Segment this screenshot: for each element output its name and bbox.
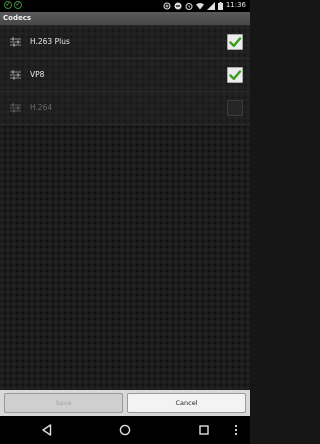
codec-checkbox[interactable]	[227, 67, 243, 83]
home-icon[interactable]	[118, 423, 132, 437]
save-button[interactable]: Save	[4, 393, 123, 413]
battery-icon	[217, 1, 223, 10]
page-title: Codecs	[3, 14, 32, 22]
status-time: 11:36	[225, 1, 246, 9]
check-circle-icon: ✓	[4, 1, 12, 9]
check-circle-icon: ✓	[14, 1, 22, 9]
codec-row[interactable]: H.263 Plus	[0, 26, 250, 59]
button-bar: Save Cancel	[0, 390, 250, 416]
alarm-icon	[185, 2, 193, 10]
drag-handle-icon[interactable]	[9, 36, 22, 48]
codec-checkbox	[227, 100, 243, 116]
cellular-icon	[206, 1, 215, 10]
data-saver-icon	[163, 1, 171, 10]
drag-handle-icon	[9, 102, 22, 114]
overflow-menu-icon[interactable]	[229, 423, 243, 437]
title-bar: Codecs	[0, 12, 250, 26]
cancel-button[interactable]: Cancel	[127, 393, 246, 413]
navigation-bar	[0, 416, 250, 444]
codec-row[interactable]: VP8	[0, 59, 250, 92]
wifi-icon	[195, 2, 204, 10]
drag-handle-icon[interactable]	[9, 69, 22, 81]
codec-list: H.263 Plus VP8 H.264	[0, 26, 250, 125]
checkmark-icon	[229, 70, 242, 80]
notification-area: ✓ ✓	[4, 1, 22, 9]
do-not-disturb-icon	[174, 2, 182, 10]
codec-name: H.264	[30, 103, 53, 112]
codec-checkbox[interactable]	[227, 34, 243, 50]
content-area: H.263 Plus VP8 H.264	[0, 26, 250, 390]
codec-name: VP8	[30, 70, 45, 79]
recents-icon[interactable]	[197, 423, 211, 437]
checkmark-icon	[229, 37, 242, 47]
system-icons: 11:36	[163, 1, 246, 10]
codec-name: H.263 Plus	[30, 37, 70, 46]
status-bar: ✓ ✓ 11:36	[0, 0, 250, 12]
codec-row: H.264	[0, 92, 250, 125]
back-icon[interactable]	[40, 423, 54, 437]
